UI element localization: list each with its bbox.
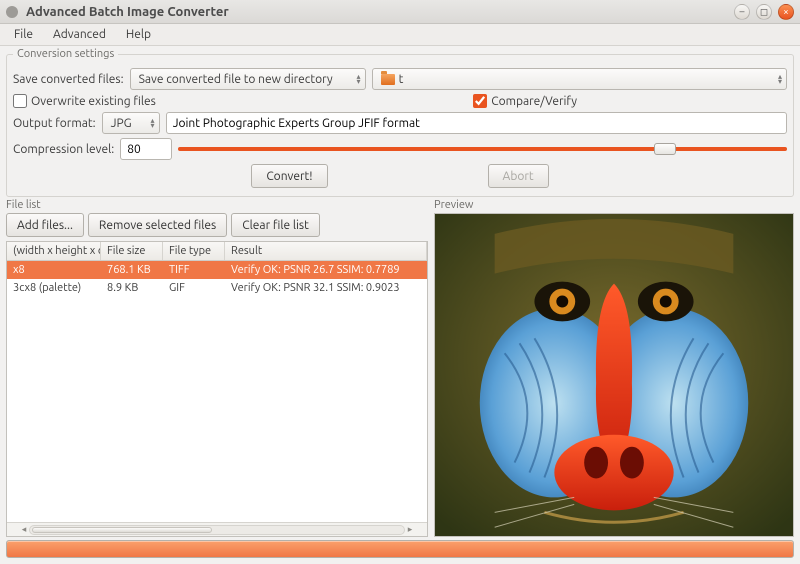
table-body: x8 768.1 KB TIFF Verify OK: PSNR 26.7 SS… xyxy=(7,261,427,522)
compression-input[interactable] xyxy=(120,138,172,160)
close-button[interactable]: × xyxy=(778,4,794,20)
abort-button[interactable]: Abort xyxy=(488,164,549,188)
overwrite-checkbox-row[interactable]: Overwrite existing files xyxy=(13,94,156,108)
slider-track xyxy=(178,147,787,151)
cell-size: 8.9 KB xyxy=(101,281,163,295)
remove-selected-button[interactable]: Remove selected files xyxy=(88,213,227,237)
output-format-label: Output format: xyxy=(13,117,96,130)
directory-combo[interactable]: t ▴▾ xyxy=(372,68,787,90)
window-titlebar: Advanced Batch Image Converter – ◻ × xyxy=(0,0,800,24)
overwrite-label: Overwrite existing files xyxy=(31,95,156,108)
directory-value: t xyxy=(399,73,404,86)
conversion-settings-group: Conversion settings Save converted files… xyxy=(6,48,794,197)
save-mode-value: Save converted file to new directory xyxy=(139,73,333,86)
window-title: Advanced Batch Image Converter xyxy=(26,5,734,19)
compare-checkbox[interactable] xyxy=(473,94,487,108)
table-header: (width x height x col File size File typ… xyxy=(7,242,427,261)
window-controls: – ◻ × xyxy=(734,4,794,20)
compression-label: Compression level: xyxy=(13,143,114,156)
progress-bar xyxy=(6,540,794,558)
scrollbar-thumb[interactable] xyxy=(32,527,212,533)
menu-file[interactable]: File xyxy=(4,26,43,43)
table-row[interactable]: 3cx8 (palette) 8.9 KB GIF Verify OK: PSN… xyxy=(7,279,427,297)
clear-filelist-button[interactable]: Clear file list xyxy=(231,213,320,237)
output-format-combo[interactable]: JPG ▴▾ xyxy=(102,112,160,134)
output-format-desc xyxy=(166,112,787,134)
menubar: File Advanced Help xyxy=(0,24,800,46)
output-format-value: JPG xyxy=(111,117,132,130)
preview-image xyxy=(434,213,794,537)
maximize-button[interactable]: ◻ xyxy=(756,4,772,20)
menu-advanced[interactable]: Advanced xyxy=(43,26,116,43)
folder-icon xyxy=(381,74,395,85)
convert-button[interactable]: Convert! xyxy=(251,164,327,188)
compression-slider[interactable] xyxy=(178,141,787,157)
preview-label: Preview xyxy=(434,199,794,211)
col-size[interactable]: File size xyxy=(101,242,163,260)
compare-label: Compare/Verify xyxy=(491,95,577,108)
col-dims[interactable]: (width x height x col xyxy=(7,242,101,260)
overwrite-checkbox[interactable] xyxy=(13,94,27,108)
cell-result: Verify OK: PSNR 32.1 SSIM: 0.9023 xyxy=(225,281,427,295)
chevron-updown-icon: ▴▾ xyxy=(151,118,155,128)
cell-dims: x8 xyxy=(7,263,101,277)
scroll-right-icon[interactable]: ▸ xyxy=(405,524,415,535)
add-files-button[interactable]: Add files... xyxy=(6,213,84,237)
cell-size: 768.1 KB xyxy=(101,263,163,277)
col-type[interactable]: File type xyxy=(163,242,225,260)
save-converted-label: Save converted files: xyxy=(13,73,124,86)
table-row[interactable]: x8 768.1 KB TIFF Verify OK: PSNR 26.7 SS… xyxy=(7,261,427,279)
horizontal-scrollbar[interactable]: ◂ ▸ xyxy=(7,522,427,536)
file-table[interactable]: (width x height x col File size File typ… xyxy=(6,241,428,537)
scrollbar-track[interactable] xyxy=(29,525,405,535)
cell-dims: 3cx8 (palette) xyxy=(7,281,101,295)
filelist-label: File list xyxy=(6,199,428,211)
app-icon xyxy=(6,6,18,18)
cell-type: GIF xyxy=(163,281,225,295)
chevron-updown-icon: ▴▾ xyxy=(778,74,782,84)
menu-help[interactable]: Help xyxy=(116,26,161,43)
compare-checkbox-row[interactable]: Compare/Verify xyxy=(473,94,577,108)
cell-type: TIFF xyxy=(163,263,225,277)
scroll-left-icon[interactable]: ◂ xyxy=(19,524,29,535)
minimize-button[interactable]: – xyxy=(734,4,750,20)
cell-result: Verify OK: PSNR 26.7 SSIM: 0.7789 xyxy=(225,263,427,277)
col-result[interactable]: Result xyxy=(225,242,427,260)
chevron-updown-icon: ▴▾ xyxy=(357,74,361,84)
conversion-settings-legend: Conversion settings xyxy=(13,48,118,60)
slider-thumb[interactable] xyxy=(654,143,676,155)
save-mode-combo[interactable]: Save converted file to new directory ▴▾ xyxy=(130,68,366,90)
